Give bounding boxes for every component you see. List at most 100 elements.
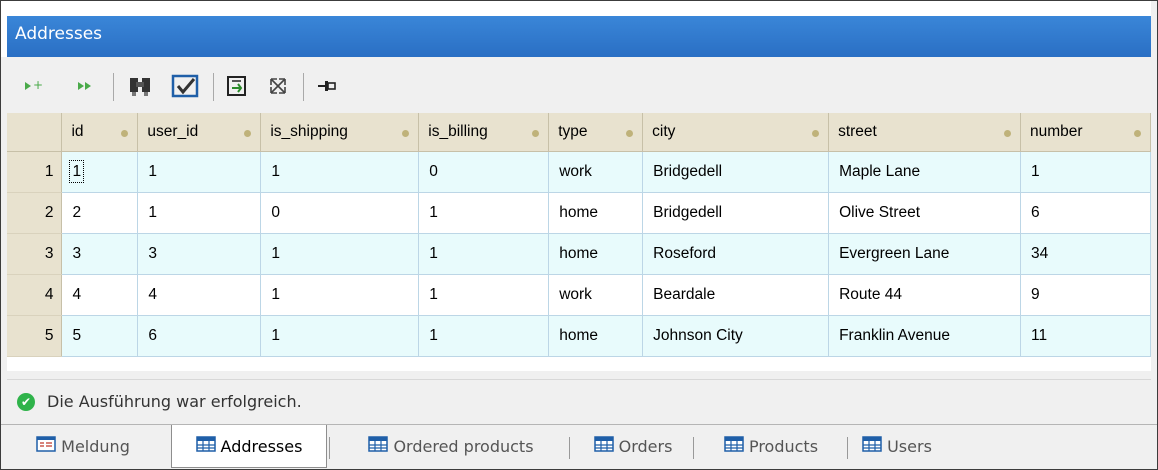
table-row[interactable]: 3 3 3 1 1 home Roseford Evergreen Lane 34 xyxy=(7,233,1151,275)
export-icon[interactable] xyxy=(223,73,251,99)
row-number[interactable]: 2 xyxy=(7,192,63,234)
sort-indicator-icon[interactable] xyxy=(1004,130,1011,137)
cell-type[interactable]: home xyxy=(548,192,644,234)
commit-icon[interactable] xyxy=(169,73,201,99)
toolbar-separator xyxy=(213,73,214,101)
cell-is-billing[interactable]: 1 xyxy=(418,192,550,234)
cell-street[interactable]: Evergreen Lane xyxy=(828,233,1021,275)
append-row-icon[interactable]: + xyxy=(21,73,47,99)
column-header-label: number xyxy=(1030,123,1083,140)
sort-indicator-icon[interactable] xyxy=(626,130,634,137)
table-row[interactable]: 1 1 1 1 0 work Bridgedell Maple Lane 1 xyxy=(7,151,1151,193)
cell-street[interactable]: Franklin Avenue xyxy=(828,315,1021,357)
cell-id[interactable]: 1 xyxy=(61,151,139,193)
tab-separator xyxy=(569,437,570,459)
column-header-number[interactable]: number xyxy=(1020,113,1151,152)
row-number[interactable]: 1 xyxy=(7,151,63,193)
tab-separator xyxy=(329,437,330,459)
sort-indicator-icon[interactable] xyxy=(402,130,410,137)
cell-is-billing[interactable]: 0 xyxy=(418,151,550,193)
cell-is-shipping[interactable]: 1 xyxy=(260,315,420,357)
cell-city[interactable]: Bridgedell xyxy=(642,192,830,234)
row-number[interactable]: 3 xyxy=(7,233,63,275)
cell-id[interactable]: 3 xyxy=(61,233,139,275)
column-header-city[interactable]: city xyxy=(642,113,830,152)
cell-is-shipping[interactable]: 1 xyxy=(260,233,420,275)
cell-user-id[interactable]: 6 xyxy=(137,315,262,357)
cell-type[interactable]: work xyxy=(548,274,644,316)
cell-city[interactable]: Beardale xyxy=(642,274,830,316)
row-number[interactable]: 4 xyxy=(7,274,63,316)
results-grid[interactable]: id user_id is_shipping is_billing type city st… xyxy=(7,113,1151,371)
table-row[interactable]: 2 2 1 0 1 home Bridgedell Olive Street 6 xyxy=(7,192,1151,234)
column-header-is-shipping[interactable]: is_shipping xyxy=(260,113,420,152)
sort-indicator-icon[interactable] xyxy=(244,130,252,137)
tab-products[interactable]: Products xyxy=(701,427,841,465)
cell-city[interactable]: Johnson City xyxy=(642,315,830,357)
pin-icon[interactable] xyxy=(313,73,339,99)
title-bar: Addresses xyxy=(1,1,1151,57)
tab-orders[interactable]: Orders xyxy=(577,427,689,465)
cell-type[interactable]: work xyxy=(548,151,644,193)
cell-number[interactable]: 6 xyxy=(1020,192,1151,234)
cell-id[interactable]: 4 xyxy=(61,274,139,316)
column-header-label: is_shipping xyxy=(270,123,348,140)
sort-indicator-icon[interactable] xyxy=(1134,130,1141,137)
cell-is-billing[interactable]: 1 xyxy=(418,233,550,275)
table-icon xyxy=(593,436,614,456)
table-icon xyxy=(368,436,389,456)
column-header-label: street xyxy=(838,123,877,140)
tab-addresses[interactable]: Addresses xyxy=(171,425,327,468)
cell-street[interactable]: Olive Street xyxy=(828,192,1021,234)
sort-indicator-icon[interactable] xyxy=(532,130,540,137)
cell-is-billing[interactable]: 1 xyxy=(418,315,550,357)
column-header-user-id[interactable]: user_id xyxy=(137,113,262,152)
find-icon[interactable] xyxy=(125,73,155,99)
tab-label: Meldung xyxy=(61,436,130,456)
message-icon xyxy=(36,436,56,456)
cell-number[interactable]: 1 xyxy=(1020,151,1151,193)
cell-city[interactable]: Bridgedell xyxy=(642,151,830,193)
tab-ordered-products[interactable]: Ordered products xyxy=(337,427,565,465)
table-row[interactable]: 5 5 6 1 1 home Johnson City Franklin Avenue 11 xyxy=(7,315,1151,357)
cell-number[interactable]: 34 xyxy=(1020,233,1151,275)
tab-label: Users xyxy=(887,436,932,456)
tab-label: Orders xyxy=(618,436,673,456)
table-row[interactable]: 4 4 4 1 1 work Beardale Route 44 9 xyxy=(7,274,1151,316)
column-header-id[interactable]: id xyxy=(61,113,139,152)
tab-separator xyxy=(847,437,848,459)
column-header-label: type xyxy=(558,123,588,140)
cell-user-id[interactable]: 4 xyxy=(137,274,262,316)
maximize-icon[interactable] xyxy=(265,73,291,99)
title-bar-background: Addresses xyxy=(7,16,1151,57)
cell-type[interactable]: home xyxy=(548,233,644,275)
column-header-type[interactable]: type xyxy=(548,113,644,152)
sort-indicator-icon[interactable] xyxy=(121,130,129,137)
header-row: id user_id is_shipping is_billing type city st… xyxy=(7,113,1151,152)
tab-meldung[interactable]: Meldung xyxy=(9,427,157,465)
append-rows-icon[interactable] xyxy=(73,73,99,99)
cell-street[interactable]: Route 44 xyxy=(828,274,1021,316)
cell-street[interactable]: Maple Lane xyxy=(828,151,1021,193)
sort-indicator-icon[interactable] xyxy=(812,130,820,137)
cell-user-id[interactable]: 3 xyxy=(137,233,262,275)
cell-number[interactable]: 9 xyxy=(1020,274,1151,316)
table-icon xyxy=(195,436,216,456)
cell-type[interactable]: home xyxy=(548,315,644,357)
cell-is-shipping[interactable]: 1 xyxy=(260,151,420,193)
column-header-is-billing[interactable]: is_billing xyxy=(418,113,550,152)
svg-text:+: + xyxy=(33,78,43,92)
column-header-street[interactable]: street xyxy=(828,113,1021,152)
cell-user-id[interactable]: 1 xyxy=(137,192,262,234)
tab-users[interactable]: Users xyxy=(855,427,939,465)
cell-is-shipping[interactable]: 1 xyxy=(260,274,420,316)
cell-is-billing[interactable]: 1 xyxy=(418,274,550,316)
cell-number[interactable]: 11 xyxy=(1020,315,1151,357)
toolbar-separator xyxy=(113,73,114,101)
row-number[interactable]: 5 xyxy=(7,315,63,357)
cell-is-shipping[interactable]: 0 xyxy=(260,192,420,234)
cell-user-id[interactable]: 1 xyxy=(137,151,262,193)
cell-id[interactable]: 2 xyxy=(61,192,139,234)
cell-city[interactable]: Roseford xyxy=(642,233,830,275)
cell-id[interactable]: 5 xyxy=(61,315,139,357)
